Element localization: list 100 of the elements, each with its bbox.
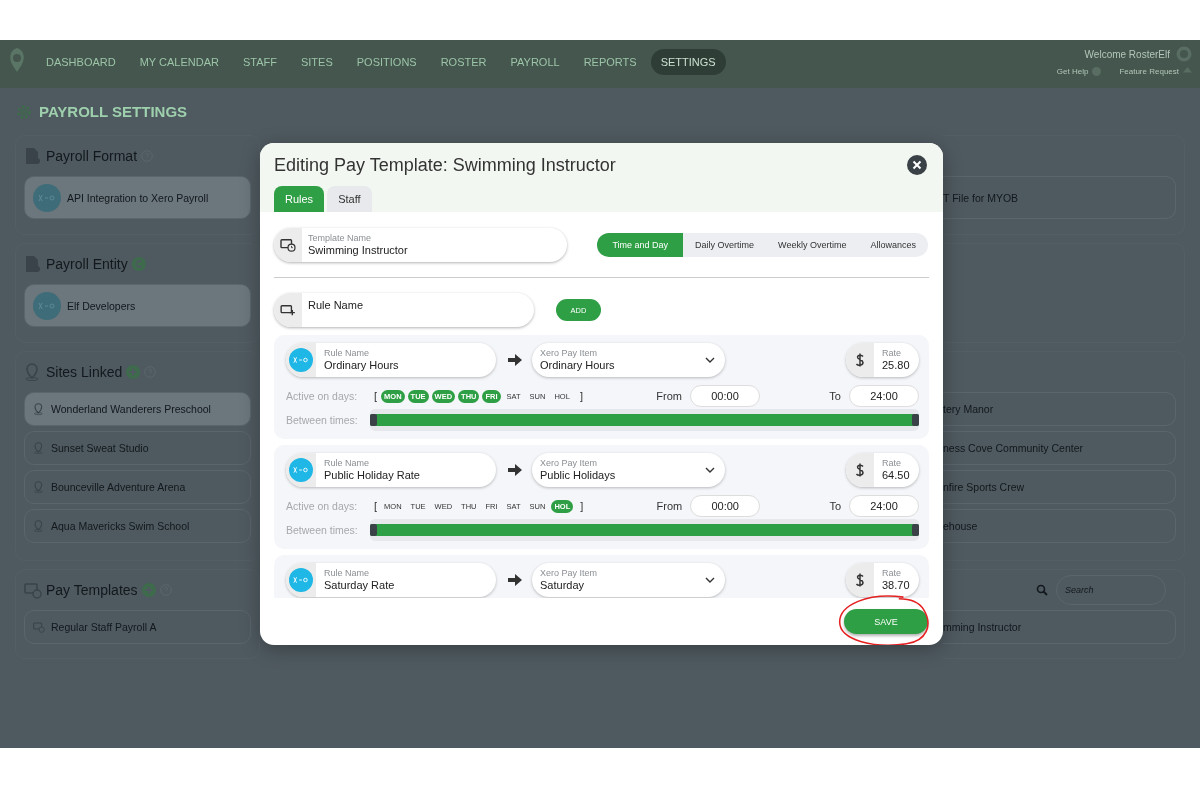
item-text: Aqua Mavericks Swim School bbox=[51, 520, 190, 532]
rule-name-field[interactable]: Rule Name Ordinary Hours bbox=[286, 343, 496, 377]
nav-item[interactable]: ROSTER bbox=[430, 49, 497, 75]
list-item[interactable]: ness Cove Community Center bbox=[943, 431, 1176, 465]
to-time-field[interactable]: 24:00 bbox=[849, 385, 919, 407]
rule-name-field[interactable]: Rule Name Public Holiday Rate bbox=[286, 453, 496, 487]
days-label: Active on days: bbox=[286, 390, 359, 402]
list-item[interactable]: ehouse bbox=[943, 509, 1176, 543]
list-item[interactable]: tery Manor bbox=[943, 392, 1176, 426]
location-pin-icon bbox=[33, 480, 45, 494]
rule-name-field[interactable]: Rule Name Saturday Rate bbox=[286, 563, 496, 597]
section-title: Sites Linked bbox=[46, 364, 123, 380]
item-text: mming Instructor bbox=[943, 621, 1022, 633]
item-text: API Integration to Xero Payroll bbox=[67, 191, 209, 204]
tab[interactable]: Staff bbox=[327, 186, 372, 212]
from-time-field[interactable]: 00:00 bbox=[690, 495, 761, 517]
bracket-text: [ bbox=[374, 500, 378, 512]
time-range-slider[interactable] bbox=[370, 409, 919, 431]
nav-item[interactable]: REPORTS bbox=[573, 49, 647, 75]
help-link[interactable]: Get Help bbox=[1056, 67, 1102, 76]
arrow-icon bbox=[508, 574, 522, 586]
modal-title: Editing Pay Template: Swimming Instructor bbox=[274, 155, 616, 176]
xero-mark-icon bbox=[293, 356, 309, 364]
list-item[interactable]: Regular Staff Payroll A bbox=[24, 610, 251, 644]
item-text: Wonderland Wanderers Preschool bbox=[51, 403, 211, 415]
xero-mark-icon bbox=[38, 301, 56, 310]
nav-item[interactable]: STAFF bbox=[232, 49, 287, 75]
nav-item[interactable]: SETTINGS bbox=[650, 49, 726, 75]
dollar-icon bbox=[855, 572, 865, 588]
nav-item[interactable]: POSITIONS bbox=[346, 49, 427, 75]
item-text: tery Manor bbox=[943, 403, 994, 415]
segment-tab[interactable]: Weekly Overtime bbox=[766, 233, 859, 257]
xero-mark-icon bbox=[293, 576, 309, 584]
list-item[interactable]: Bounceville Adventure Arena bbox=[24, 470, 251, 504]
list-item[interactable]: Aqua Mavericks Swim School bbox=[24, 509, 251, 543]
chevron-down-icon bbox=[705, 467, 715, 473]
slider-handle[interactable] bbox=[370, 524, 377, 536]
item-text: Bounceville Adventure Arena bbox=[51, 481, 186, 493]
location-pin-icon bbox=[33, 402, 45, 416]
item-text: Sunset Sweat Studio bbox=[51, 442, 149, 454]
arrow-icon bbox=[508, 464, 522, 476]
dollar-icon bbox=[855, 352, 865, 368]
segment-tab[interactable]: Allowances bbox=[858, 233, 928, 257]
template-name-field[interactable]: Template Name Swimming Instructor bbox=[274, 228, 567, 262]
list-item[interactable]: Sunset Sweat Studio bbox=[24, 431, 251, 465]
pay-item-dropdown[interactable]: Xero Pay Item Saturday bbox=[532, 563, 725, 597]
nav-item[interactable]: MY CALENDAR bbox=[129, 49, 229, 75]
pay-item-dropdown[interactable]: Xero Pay Item Public Holidays bbox=[532, 453, 725, 487]
rate-field[interactable]: Rate 64.50 bbox=[846, 453, 919, 487]
page-title: PAYROLL SETTINGS bbox=[39, 103, 188, 120]
arrow-icon bbox=[508, 354, 522, 366]
money-add-icon bbox=[280, 304, 296, 316]
chevron-down-icon bbox=[705, 357, 715, 363]
search-field[interactable]: Search bbox=[1056, 575, 1166, 605]
slider-handle[interactable] bbox=[912, 414, 919, 426]
nav-item[interactable]: PAYROLL bbox=[500, 49, 570, 75]
xero-mark-icon bbox=[293, 466, 309, 474]
to-time-field[interactable]: 24:00 bbox=[849, 495, 919, 517]
days-label: Active on days: bbox=[286, 500, 359, 512]
rate-field[interactable]: Rate 38.70 bbox=[846, 563, 919, 597]
times-label: Between times: bbox=[286, 414, 359, 426]
item-text: Elf Developers bbox=[67, 299, 136, 312]
times-label: Between times: bbox=[286, 524, 359, 536]
save-button[interactable]: SAVE bbox=[844, 609, 928, 634]
from-time-field[interactable]: 00:00 bbox=[690, 385, 760, 407]
feature-request-link[interactable]: Feature Request bbox=[1119, 67, 1192, 76]
list-item[interactable]: nfire Sports Crew bbox=[943, 470, 1176, 504]
to-label: To bbox=[829, 500, 841, 512]
segment-tab[interactable]: Time and Day bbox=[597, 233, 684, 257]
close-icon[interactable] bbox=[907, 155, 927, 175]
time-range-slider[interactable] bbox=[370, 519, 919, 541]
item-text: ness Cove Community Center bbox=[943, 442, 1084, 454]
from-label: From bbox=[656, 390, 682, 402]
nav-item[interactable]: DASHBOARD bbox=[36, 49, 126, 75]
search-icon bbox=[1036, 584, 1048, 596]
money-clock-icon bbox=[280, 238, 296, 252]
list-item[interactable]: Elf Developers bbox=[24, 284, 251, 327]
slider-handle[interactable] bbox=[912, 524, 919, 536]
bracket-text: [ bbox=[374, 390, 378, 402]
slider-handle[interactable] bbox=[370, 414, 377, 426]
document-icon bbox=[24, 147, 42, 165]
rule-name-field[interactable]: Rule Name bbox=[274, 293, 534, 327]
segment-tab[interactable]: Daily Overtime bbox=[683, 233, 767, 257]
list-item[interactable]: API Integration to Xero Payroll bbox=[24, 176, 251, 219]
to-label: To bbox=[829, 390, 841, 402]
section-title: Pay Templates bbox=[46, 582, 138, 598]
list-item[interactable]: Wonderland Wanderers Preschool bbox=[24, 392, 251, 426]
pay-item-dropdown[interactable]: Xero Pay Item Ordinary Hours bbox=[532, 343, 725, 377]
bracket-text: ] bbox=[580, 500, 584, 512]
item-text: ehouse bbox=[943, 520, 978, 532]
section-title: Payroll Entity bbox=[46, 256, 128, 272]
chevron-down-icon bbox=[705, 577, 715, 583]
nav-item[interactable]: SITES bbox=[290, 49, 343, 75]
tab[interactable]: Rules bbox=[274, 186, 325, 212]
rate-field[interactable]: Rate 25.80 bbox=[846, 343, 919, 377]
list-item[interactable]: mming Instructor bbox=[943, 610, 1176, 644]
item-text: Regular Staff Payroll A bbox=[51, 621, 157, 633]
xero-mark-icon bbox=[38, 193, 56, 202]
bracket-text: ] bbox=[579, 390, 583, 402]
item-text: nfire Sports Crew bbox=[943, 481, 1025, 493]
